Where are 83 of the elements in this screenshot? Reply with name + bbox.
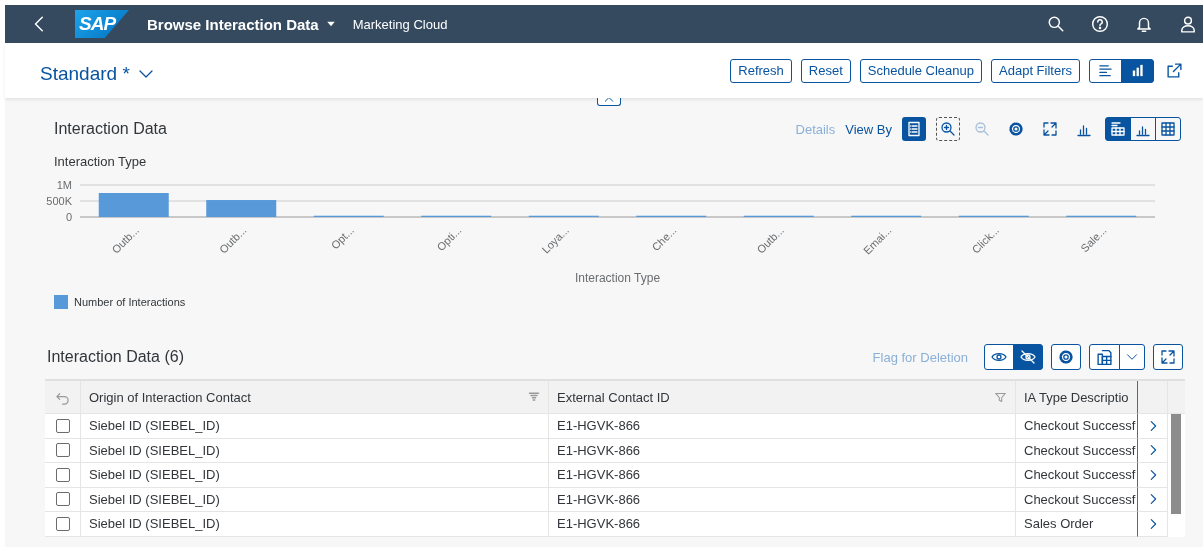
lines-icon [1098, 63, 1113, 78]
chart-subtitle: Interaction Type [54, 154, 148, 169]
search-button[interactable] [1047, 15, 1065, 33]
row-checkbox[interactable] [55, 492, 70, 507]
zoom-in-icon [940, 121, 956, 137]
table-cell: Siebel ID (SIEBEL_ID) [81, 438, 549, 463]
row-checkbox[interactable] [55, 467, 70, 482]
table-cell: Checkout Successf [1016, 463, 1138, 488]
variant-selector[interactable]: Standard * [40, 62, 154, 85]
fullscreen-icon [1160, 349, 1176, 365]
notifications-button[interactable] [1135, 15, 1153, 33]
view-mode-button[interactable] [1130, 117, 1156, 141]
table-title: Interaction Data (6) [47, 348, 184, 366]
app-title-menu[interactable]: Browse Interaction Data [147, 15, 337, 33]
axis-tick-label: 500K [46, 195, 72, 207]
action-button[interactable]: Reset [800, 58, 851, 83]
help-button[interactable] [1091, 15, 1109, 33]
search-icon [1047, 15, 1065, 33]
bar-chart-icon [1130, 63, 1145, 78]
legend-label: Number of Interactions [74, 296, 186, 308]
table-cell: Sales Order [1016, 512, 1138, 537]
table-cell: Checkout Successf [1016, 438, 1138, 463]
zoom-out-icon [974, 121, 990, 137]
chevron-down-icon [1126, 351, 1138, 363]
table-cell: E1-HGVK-866 [549, 463, 1016, 488]
table-cell: Siebel ID (SIEBEL_ID) [81, 414, 549, 439]
app-subtitle: Marketing Cloud [352, 16, 448, 32]
view-by-link[interactable]: View By [845, 121, 892, 137]
bell-icon [1135, 15, 1153, 33]
user-button[interactable] [1179, 15, 1197, 33]
table-cell: Siebel ID (SIEBEL_ID) [81, 512, 549, 537]
category-label: Opt... [328, 223, 357, 252]
visibility-toggle-button[interactable] [984, 344, 1014, 370]
axis-tick-label: 0 [65, 211, 72, 223]
share-button[interactable] [1166, 62, 1183, 79]
table-cell: Siebel ID (SIEBEL_ID) [81, 463, 549, 488]
chart-table-icon [1110, 121, 1126, 137]
view-mode-button[interactable] [1155, 117, 1181, 141]
chart-tool-button[interactable] [902, 117, 926, 141]
filter-icon [994, 390, 1007, 404]
filter-icon [528, 391, 540, 403]
table-cell: E1-HGVK-866 [549, 487, 1016, 512]
chart-bar [98, 193, 169, 217]
view-toggle-button[interactable] [1121, 58, 1154, 83]
fullscreen-button[interactable] [1153, 344, 1183, 370]
chart-title: Interaction Data [54, 120, 167, 138]
visibility-toggle-button[interactable] [1013, 344, 1043, 370]
table-cell: Checkout Successf [1016, 487, 1138, 512]
x-axis-title: Interaction Type [574, 271, 661, 285]
share-icon [1166, 62, 1183, 79]
column-header[interactable]: External Contact ID [549, 381, 1016, 414]
view-toggle-button[interactable] [1089, 58, 1122, 83]
action-button[interactable]: Schedule Cleanup [859, 58, 982, 83]
table-icon [1160, 121, 1176, 137]
table-cell: Checkout Successf [1016, 414, 1138, 439]
row-checkbox[interactable] [55, 516, 70, 531]
help-icon [1091, 15, 1109, 33]
settings-icon [1058, 349, 1074, 365]
eye-off-icon [1020, 349, 1036, 365]
row-checkbox[interactable] [55, 418, 70, 433]
settings-icon [1008, 121, 1024, 137]
chart-bar [206, 200, 277, 217]
view-mode-button[interactable] [1105, 117, 1131, 141]
table-cell: Siebel ID (SIEBEL_ID) [81, 487, 549, 512]
export-icon [1096, 348, 1113, 366]
scrollbar[interactable] [1171, 414, 1181, 514]
export-menu-button[interactable] [1119, 344, 1145, 370]
column-header[interactable]: IA Type Descriptio [1016, 381, 1138, 414]
table-cell: E1-HGVK-866 [549, 414, 1016, 439]
action-button[interactable]: Refresh [730, 58, 792, 83]
export-button[interactable] [1089, 344, 1120, 370]
table-settings-button[interactable] [1051, 344, 1081, 370]
list-icon [906, 121, 922, 137]
column-header[interactable]: Origin of Interaction Contact [81, 381, 549, 414]
row-checkbox[interactable] [55, 443, 70, 458]
action-button[interactable]: Adapt Filters [991, 58, 1080, 83]
chart-tool-button[interactable] [936, 117, 960, 141]
logo: SAP [75, 10, 129, 38]
table-cell: E1-HGVK-866 [549, 438, 1016, 463]
fullscreen-icon [1042, 121, 1058, 137]
axis-tick-label: 1M [56, 179, 72, 191]
user-icon [1179, 15, 1197, 33]
table-cell: E1-HGVK-866 [549, 512, 1016, 537]
